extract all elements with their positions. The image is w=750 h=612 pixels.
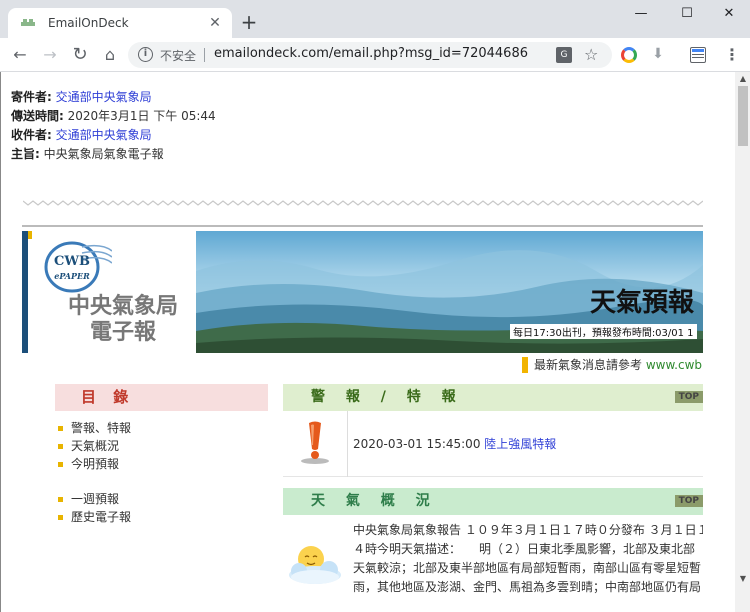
bureau-name: 中央氣象局: [67, 293, 178, 319]
overview-top-button[interactable]: TOP: [674, 495, 703, 507]
warning-divider: [347, 411, 348, 477]
browser-tab[interactable]: EmailOnDeck ✕: [8, 8, 232, 38]
omnibox-separator: [204, 48, 205, 62]
browser-chrome: EmailOnDeck ✕ + — ☐ ✕ ← → ↻ ⌂ i 不安全 emai…: [0, 0, 750, 72]
reading-list-extension-icon[interactable]: [690, 47, 706, 63]
back-button[interactable]: ←: [8, 43, 32, 67]
minimize-button[interactable]: —: [618, 0, 664, 30]
weather-forecast-title: 天氣預報: [590, 288, 695, 318]
toc-item-today-tomorrow[interactable]: 今明預報: [55, 455, 268, 473]
reload-button[interactable]: ↻: [68, 43, 92, 67]
email-sent-row: 傳送時間: 2020年3月1日 下午 05:44: [11, 107, 216, 124]
page-viewport: 寄件者: 交通部中央氣象局 傳送時間: 2020年3月1日 下午 05:44 收…: [0, 72, 750, 612]
forward-button[interactable]: →: [38, 43, 62, 67]
scroll-down-arrow-icon[interactable]: ▼: [738, 572, 748, 586]
tab-title: EmailOnDeck: [48, 16, 129, 30]
to-label: 收件者:: [11, 128, 52, 142]
maximize-button[interactable]: ☐: [664, 0, 710, 30]
scrollbar-thumb[interactable]: [738, 86, 748, 146]
logo-top-text: CWB: [54, 254, 90, 269]
subject-value: 中央氣象局氣象電子報: [43, 147, 164, 161]
sent-label: 傳送時間:: [11, 109, 64, 123]
toc-item-archive[interactable]: 歷史電子報: [55, 508, 268, 526]
from-label: 寄件者:: [11, 90, 52, 104]
toc-item-weekly[interactable]: 一週預報: [55, 490, 268, 508]
logo-bottom-text: ePAPER: [54, 271, 90, 281]
banner-logo-panel: CWB ePAPER 中央氣象局 電子報: [22, 231, 196, 353]
warning-body: 2020-03-01 15:45:00 陸上強風特報: [283, 411, 703, 477]
reference-notice: 最新氣象消息請參考 www.cwb.g: [522, 357, 703, 373]
toc-title: 目 錄: [55, 384, 268, 411]
site-info-icon[interactable]: i: [138, 47, 153, 62]
overview-body: 中央氣象局氣象報告 １０９年３月１日１７時０分發布 ３月１日１ ４時今明天氣描述…: [283, 515, 703, 612]
home-button[interactable]: ⌂: [98, 43, 122, 67]
browser-toolbar: ← → ↻ ⌂ i 不安全 emailondeck.com/email.php?…: [0, 38, 750, 72]
warning-entry: 2020-03-01 15:45:00 陸上強風特報: [353, 435, 556, 452]
from-link[interactable]: 交通部中央氣象局: [56, 90, 152, 104]
sun-cloud-weather-icon: [289, 546, 341, 584]
email-to-row: 收件者: 交通部中央氣象局: [11, 126, 152, 143]
overview-line: 天氣較涼；北部及東半部地區有局部短暫雨，南部山區有零星短暫: [353, 561, 702, 575]
warning-section-header: 警 報 / 特 報 TOP: [283, 384, 703, 411]
download-extension-icon[interactable]: ⬇: [650, 46, 666, 62]
overview-line: 中央氣象局氣象報告 １０９年３月１日１７時０分發布 ３月１日１: [353, 523, 703, 537]
warning-datetime: 2020-03-01 15:45:00: [353, 437, 485, 451]
cwb-site-link[interactable]: www.cwb.g: [646, 358, 703, 372]
vertical-scrollbar[interactable]: ▲ ▼: [735, 72, 750, 612]
to-link[interactable]: 交通部中央氣象局: [56, 128, 152, 142]
bookmark-star-icon[interactable]: ☆: [584, 45, 598, 64]
weather-overview-section: 天 氣 概 況 TOP 中央氣象局氣象報告 １０９年３月１日１７時０分發布 ３月…: [283, 488, 703, 612]
newsletter-banner: CWB ePAPER 中央氣象局 電子報 天氣預報 每日17:30出刊，預報發布…: [22, 225, 703, 354]
zigzag-divider: [23, 200, 703, 206]
sent-value: 2020年3月1日 下午 05:44: [67, 109, 216, 123]
warning-section: 警 報 / 特 報 TOP 2020-03-01 15:45:00 陸上強風特報: [283, 384, 703, 477]
newsletter-body: CWB ePAPER 中央氣象局 電子報 天氣預報 每日17:30出刊，預報發布…: [22, 225, 703, 612]
overview-line: 雨，其他地區及澎湖、金門、馬祖為多雲到晴；中南部地區仍有局: [353, 580, 702, 594]
banner-caption: 每日17:30出刊，預報發布時間:03/01 1: [510, 324, 697, 339]
overview-section-header: 天 氣 概 況 TOP: [283, 488, 703, 515]
toc-item-warnings[interactable]: 警報、特報: [55, 419, 268, 437]
toc-item-overview[interactable]: 天氣概況: [55, 437, 268, 455]
new-tab-button[interactable]: +: [238, 12, 260, 34]
notice-text: 最新氣象消息請參考: [534, 358, 646, 372]
url-text[interactable]: emailondeck.com/email.php?msg_id=7204468…: [214, 46, 528, 61]
exclamation-warning-icon: [301, 421, 329, 464]
close-tab-icon[interactable]: ✕: [206, 14, 224, 32]
scroll-up-arrow-icon[interactable]: ▲: [738, 72, 748, 86]
security-label: 不安全: [160, 49, 197, 63]
tab-strip: EmailOnDeck ✕ + — ☐ ✕: [0, 0, 750, 38]
window-close-button[interactable]: ✕: [706, 0, 750, 30]
warning-top-button[interactable]: TOP: [674, 391, 703, 403]
cwb-epaper-logo-icon: CWB ePAPER: [44, 241, 112, 293]
overview-line: ４時今明天氣描述： 明（２）日東北季風影響，北部及東北部: [353, 542, 696, 556]
translate-icon[interactable]: G: [556, 47, 572, 63]
overview-text: 中央氣象局氣象報告 １０９年３月１日１７時０分發布 ３月１日１ ４時今明天氣描述…: [353, 521, 703, 597]
strong-wind-warning-link[interactable]: 陸上強風特報: [484, 437, 556, 451]
address-bar[interactable]: i 不安全 emailondeck.com/email.php?msg_id=7…: [128, 42, 612, 68]
email-subject-row: 主旨: 中央氣象局氣象電子報: [11, 145, 164, 162]
warning-section-title: 警 報 / 特 報: [311, 389, 464, 405]
epaper-name: 電子報: [89, 319, 156, 345]
banner-accent-stripe: [28, 231, 32, 239]
browser-menu-icon[interactable]: ⋮: [722, 43, 742, 67]
email-from-row: 寄件者: 交通部中央氣象局: [11, 88, 152, 105]
overview-section-title: 天 氣 概 況: [311, 493, 438, 509]
table-of-contents: 目 錄 警報、特報 天氣概況 今明預報 一週預報 歷史電子報: [55, 384, 268, 526]
subject-label: 主旨:: [11, 147, 40, 161]
chrome-extension-icon[interactable]: [621, 47, 637, 63]
emailondeck-favicon-icon: [21, 19, 35, 26]
